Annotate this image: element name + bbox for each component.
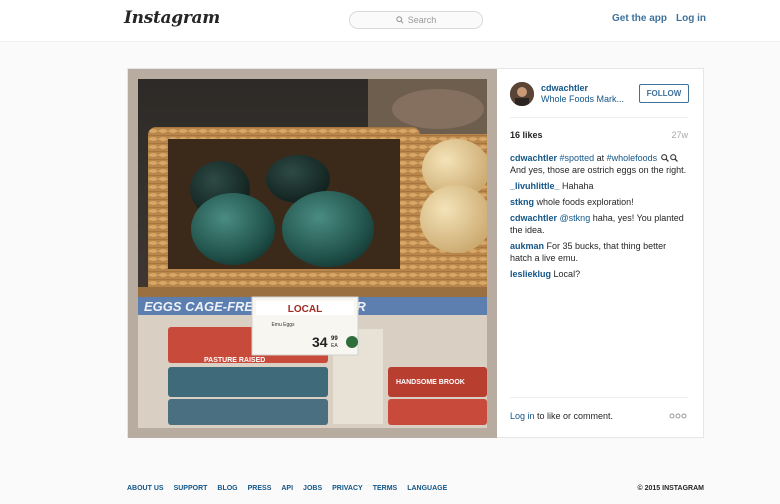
photo-local-sign: LOCAL xyxy=(288,304,322,315)
post-location-link[interactable]: Whole Foods Mark... xyxy=(541,94,624,104)
search-placeholder: Search xyxy=(407,15,437,25)
top-navigation-bar: Instagram Search Get the app Log in xyxy=(0,0,780,42)
footer-divider xyxy=(510,397,688,398)
footer-link-api[interactable]: API xyxy=(281,485,293,492)
hashtag-link[interactable]: #spotted xyxy=(560,153,595,163)
header-divider xyxy=(510,117,688,118)
post-card: EGGS CAGE-FREE EGGS CAGE-FR PASTURE RAIS… xyxy=(127,68,704,438)
footer-link-blog[interactable]: BLOG xyxy=(217,485,237,492)
comment-username[interactable]: cdwachtler xyxy=(510,213,557,223)
comment-text: at xyxy=(594,153,607,163)
footer-link-privacy[interactable]: PRIVACY xyxy=(332,485,363,492)
comment-text: whole foods exploration! xyxy=(536,197,634,207)
magnifier-emoji-icon xyxy=(669,154,678,162)
page-footer: ABOUT US SUPPORT BLOG PRESS API JOBS PRI… xyxy=(127,485,704,492)
comment-text: And yes, those are ostrich eggs on the r… xyxy=(510,165,687,175)
comment-item: _livuhlittle_ Hahaha xyxy=(510,180,688,192)
photo-price: 34 xyxy=(312,334,328,350)
login-prompt-text: to like or comment. xyxy=(534,411,614,421)
egg-display-image: EGGS CAGE-FREE EGGS CAGE-FR PASTURE RAIS… xyxy=(138,79,487,428)
photo-pasture-text-left: PASTURE RAISED xyxy=(204,357,265,364)
mention-link[interactable]: @stkng xyxy=(560,213,591,223)
search-input[interactable]: Search xyxy=(349,11,483,29)
post-timestamp[interactable]: 27w xyxy=(647,130,688,140)
login-link[interactable]: Log in xyxy=(676,13,706,24)
photo-price-cents: 99 xyxy=(331,336,338,342)
magnifier-emoji-icon xyxy=(660,154,669,162)
comment-item: leslieklug Local? xyxy=(510,268,688,280)
post-sidebar: cdwachtler Whole Foods Mark... FOLLOW 16… xyxy=(497,69,704,437)
comments-list: cdwachtler #spotted at #wholefoods And y… xyxy=(510,152,688,284)
footer-link-language[interactable]: LANGUAGE xyxy=(407,485,447,492)
footer-link-jobs[interactable]: JOBS xyxy=(303,485,322,492)
comment-text: Hahaha xyxy=(562,181,594,191)
comment-item: stkng whole foods exploration! xyxy=(510,196,688,208)
hashtag-link[interactable]: #wholefoods xyxy=(607,153,658,163)
login-to-comment-link[interactable]: Log in xyxy=(510,411,535,421)
photo-frame: EGGS CAGE-FREE EGGS CAGE-FR PASTURE RAIS… xyxy=(138,79,487,428)
footer-link-terms[interactable]: TERMS xyxy=(373,485,398,492)
footer-link-press[interactable]: PRESS xyxy=(248,485,272,492)
comment-item: cdwachtler @stkng haha, yes! You planted… xyxy=(510,212,688,236)
comment-username[interactable]: _livuhlittle_ xyxy=(510,181,560,191)
comment-item: aukman For 35 bucks, that thing better h… xyxy=(510,240,688,264)
instagram-logo[interactable]: Instagram xyxy=(124,8,220,28)
post-photo[interactable]: EGGS CAGE-FREE EGGS CAGE-FR PASTURE RAIS… xyxy=(128,69,497,438)
comment-text: Local? xyxy=(553,269,581,279)
photo-product-label: Emu Eggs xyxy=(271,322,295,328)
footer-link-support[interactable]: SUPPORT xyxy=(174,485,208,492)
get-the-app-link[interactable]: Get the app xyxy=(612,13,667,24)
comment-username[interactable]: aukman xyxy=(510,241,544,251)
photo-price-unit: EA xyxy=(331,343,338,349)
post-author-username[interactable]: cdwachtler xyxy=(541,83,588,93)
user-avatar-icon xyxy=(510,82,534,106)
copyright: © 2015 INSTAGRAM xyxy=(637,485,705,492)
search-icon xyxy=(396,16,404,24)
avatar[interactable] xyxy=(510,82,534,106)
comment-username[interactable]: leslieklug xyxy=(510,269,551,279)
photo-pasture-text-right: HANDSOME BROOK xyxy=(396,379,465,386)
more-options-icon[interactable] xyxy=(669,411,687,421)
comment-username[interactable]: stkng xyxy=(510,197,534,207)
comment-username[interactable]: cdwachtler xyxy=(510,153,557,163)
likes-count[interactable]: 16 likes xyxy=(510,130,543,140)
follow-button[interactable]: FOLLOW xyxy=(639,84,689,103)
comment-item: cdwachtler #spotted at #wholefoods And y… xyxy=(510,152,688,176)
login-prompt: Log in to like or comment. xyxy=(510,411,613,421)
footer-link-about[interactable]: ABOUT US xyxy=(127,485,164,492)
